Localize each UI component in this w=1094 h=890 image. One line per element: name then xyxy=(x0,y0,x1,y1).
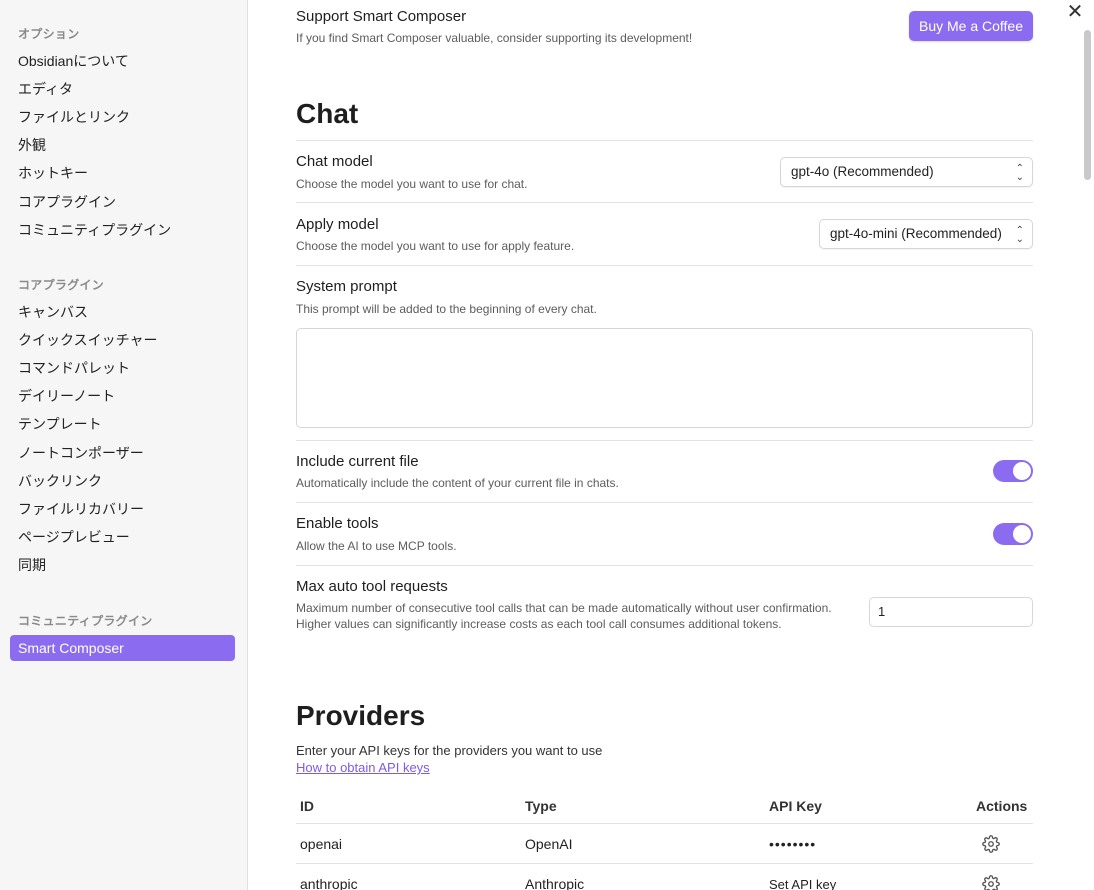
column-header-api-key: API Key xyxy=(769,798,822,814)
sidebar-item-canvas[interactable]: キャンバス xyxy=(10,299,235,325)
max-auto-tool-requests-desc: Maximum number of consecutive tool calls… xyxy=(296,601,832,631)
chat-model-value: gpt-4o (Recommended) xyxy=(791,164,934,179)
sidebar-item-core-plugins[interactable]: コアプラグイン xyxy=(10,189,235,215)
scrollbar-thumb[interactable] xyxy=(1084,30,1091,180)
max-auto-tool-requests-input[interactable]: 1 xyxy=(869,597,1033,627)
sidebar-item-quick-switcher[interactable]: クイックスイッチャー xyxy=(10,327,235,353)
divider xyxy=(296,140,1033,141)
enable-tools-toggle[interactable] xyxy=(993,523,1033,545)
divider xyxy=(296,265,1033,266)
sidebar-item-command-palette[interactable]: コマンドパレット xyxy=(10,355,235,381)
gear-icon[interactable] xyxy=(982,835,1000,853)
sidebar-section-options: オプション xyxy=(18,27,80,41)
sidebar-item-backlinks[interactable]: バックリンク xyxy=(10,468,235,494)
settings-content: ✕ Support Smart Composer If you find Sma… xyxy=(248,0,1094,890)
settings-sidebar: オプション Obsidianについて エディタ ファイルとリンク 外観 ホットキ… xyxy=(0,0,248,890)
toggle-knob xyxy=(1013,462,1031,480)
provider-type: OpenAI xyxy=(525,836,573,852)
provider-api-key[interactable]: •••••••• xyxy=(769,836,816,852)
include-current-file-desc: Automatically include the content of you… xyxy=(296,476,619,490)
scrollbar[interactable] xyxy=(1084,30,1092,890)
apply-model-desc: Choose the model you want to use for app… xyxy=(296,239,575,253)
sidebar-item-community-plugins[interactable]: コミュニティプラグイン xyxy=(10,217,235,243)
sidebar-item-file-recovery[interactable]: ファイルリカバリー xyxy=(10,496,235,522)
sidebar-item-daily-notes[interactable]: デイリーノート xyxy=(10,383,235,409)
providers-heading: Providers xyxy=(296,700,426,731)
include-current-file-label: Include current file xyxy=(296,453,419,470)
chat-heading: Chat xyxy=(296,98,359,129)
close-icon[interactable]: ✕ xyxy=(1066,2,1084,22)
sidebar-item-page-preview[interactable]: ページプレビュー xyxy=(10,524,235,550)
toggle-knob xyxy=(1013,525,1031,543)
sidebar-item-hotkeys[interactable]: ホットキー xyxy=(10,160,235,186)
support-desc: If you find Smart Composer valuable, con… xyxy=(296,31,693,45)
support-title: Support Smart Composer xyxy=(296,8,467,25)
column-header-id: ID xyxy=(300,798,314,814)
divider xyxy=(296,823,1033,824)
providers-desc: Enter your API keys for the providers yo… xyxy=(296,743,603,758)
sidebar-item-sync[interactable]: 同期 xyxy=(10,552,235,578)
divider xyxy=(296,565,1033,566)
sidebar-item-about[interactable]: Obsidianについて xyxy=(10,48,235,74)
chevron-updown-icon: ⌃ ⌄ xyxy=(1015,163,1024,183)
chevron-updown-icon: ⌃ ⌄ xyxy=(1015,225,1024,245)
sidebar-item-templates[interactable]: テンプレート xyxy=(10,411,235,437)
divider xyxy=(296,502,1033,503)
divider xyxy=(296,202,1033,203)
system-prompt-label: System prompt xyxy=(296,278,397,295)
chat-model-desc: Choose the model you want to use for cha… xyxy=(296,177,528,191)
sidebar-item-editor[interactable]: エディタ xyxy=(10,76,235,102)
sidebar-section-community-plugins: コミュニティプラグイン xyxy=(18,614,153,628)
divider xyxy=(296,863,1033,864)
divider xyxy=(296,440,1033,441)
sidebar-section-core-plugins: コアプラグイン xyxy=(18,278,105,292)
apply-model-value: gpt-4o-mini (Recommended) xyxy=(830,226,1002,241)
max-auto-tool-requests-label: Max auto tool requests xyxy=(296,578,448,595)
chat-model-label: Chat model xyxy=(296,153,373,170)
how-to-obtain-api-keys-link[interactable]: How to obtain API keys xyxy=(296,760,430,775)
enable-tools-label: Enable tools xyxy=(296,515,379,532)
buy-me-a-coffee-button[interactable]: Buy Me a Coffee xyxy=(909,11,1033,41)
sidebar-item-appearance[interactable]: 外観 xyxy=(10,132,235,158)
chat-model-select[interactable]: gpt-4o (Recommended) ⌃ ⌄ xyxy=(780,157,1033,187)
enable-tools-desc: Allow the AI to use MCP tools. xyxy=(296,539,457,553)
column-header-actions: Actions xyxy=(976,798,1028,814)
system-prompt-desc: This prompt will be added to the beginni… xyxy=(296,302,597,316)
sidebar-item-files-links[interactable]: ファイルとリンク xyxy=(10,104,235,130)
provider-type: Anthropic xyxy=(525,876,585,890)
column-header-type: Type xyxy=(525,798,557,814)
provider-api-key[interactable]: Set API key xyxy=(769,877,836,890)
sidebar-item-note-composer[interactable]: ノートコンポーザー xyxy=(10,440,235,466)
system-prompt-textarea[interactable] xyxy=(296,328,1033,428)
include-current-file-toggle[interactable] xyxy=(993,460,1033,482)
provider-id: openai xyxy=(300,836,343,852)
gear-icon[interactable] xyxy=(982,875,1000,890)
sidebar-item-smart-composer[interactable]: Smart Composer xyxy=(10,635,235,661)
provider-id: anthropic xyxy=(300,876,358,890)
apply-model-select[interactable]: gpt-4o-mini (Recommended) ⌃ ⌄ xyxy=(819,219,1033,249)
apply-model-label: Apply model xyxy=(296,216,379,233)
